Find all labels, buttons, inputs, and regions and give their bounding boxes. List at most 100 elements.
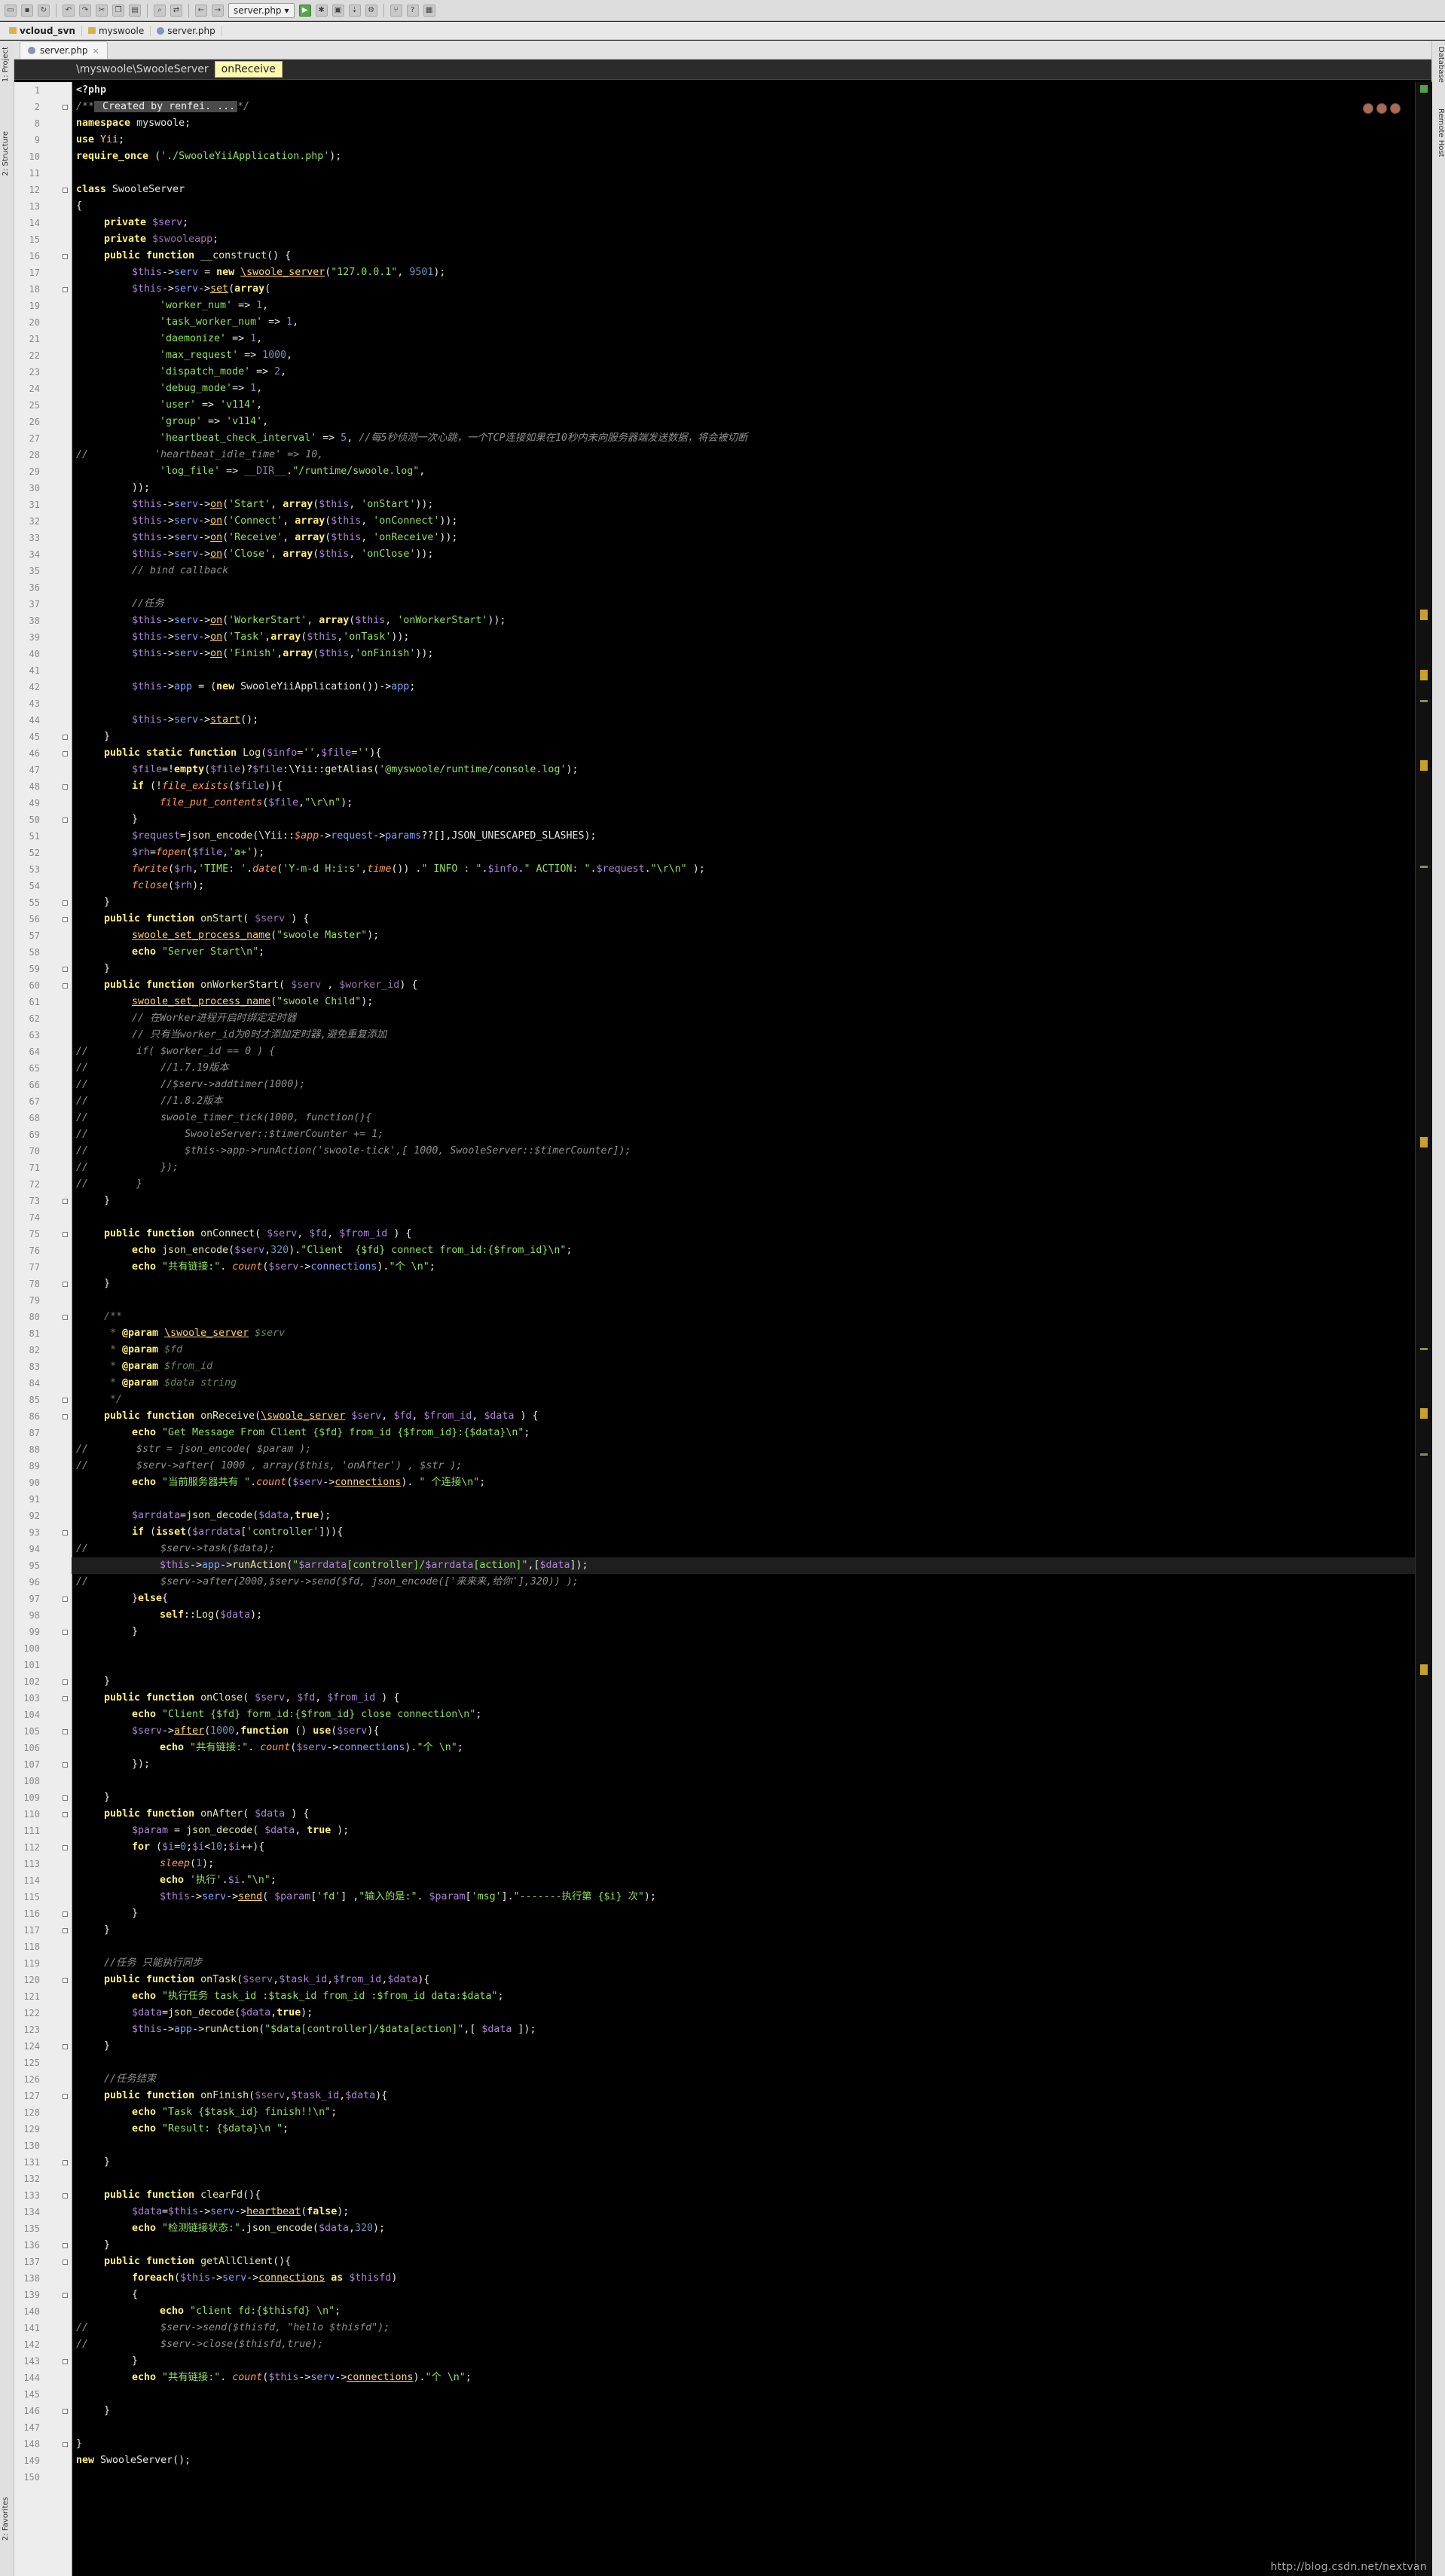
- code-line[interactable]: public function clearFd(){: [104, 2187, 261, 2204]
- remote-host-panel-tab[interactable]: Remote Host: [1434, 108, 1445, 157]
- code-line[interactable]: echo "执行任务 task_id :$task_id from_id :$f…: [132, 1988, 504, 2005]
- code-line[interactable]: echo "共有链接:". count($serv->connections).…: [132, 1259, 435, 1276]
- favorites-panel-tab[interactable]: 2: Favorites: [2, 2497, 12, 2541]
- code-line[interactable]: $file=!empty($file)?$file:\Yii::getAlias…: [132, 762, 578, 778]
- code-line[interactable]: // }: [76, 1176, 142, 1193]
- code-line[interactable]: public function onFinish($serv,$task_id,…: [104, 2088, 387, 2104]
- code-line[interactable]: public function onWorkerStart( $serv , $…: [104, 977, 417, 994]
- code-line[interactable]: public function onTask($serv,$task_id,$f…: [104, 1972, 429, 1988]
- back-icon[interactable]: ←: [195, 4, 207, 17]
- code-line[interactable]: 'heartbeat_check_interval' => 5, //每5秒侦测…: [160, 430, 747, 447]
- error-stripe-scrollbar[interactable]: [1415, 82, 1432, 2576]
- fold-marker-icon[interactable]: [63, 1530, 68, 1536]
- code-line[interactable]: }: [104, 1922, 110, 1939]
- error-stripe-marker[interactable]: [1420, 700, 1428, 702]
- code-line[interactable]: public function onAfter( $data ) {: [104, 1806, 309, 1823]
- fold-marker-icon[interactable]: [63, 1597, 68, 1602]
- fold-marker-icon[interactable]: [63, 254, 68, 259]
- code-line[interactable]: }: [104, 894, 110, 911]
- code-line[interactable]: $this->serv = new \swoole_server("127.0.…: [132, 264, 445, 281]
- code-line[interactable]: // $this->app->runAction('swoole-tick',[…: [76, 1143, 631, 1160]
- code-line[interactable]: }: [132, 1624, 138, 1640]
- fold-marker-icon[interactable]: [63, 1928, 68, 1933]
- code-line[interactable]: // $str = json_encode( $param );: [76, 1441, 311, 1458]
- code-line[interactable]: $param = json_decode( $data, true );: [132, 1823, 349, 1839]
- code-line[interactable]: // $serv->close($thisfd,true);: [76, 2336, 323, 2353]
- code-line[interactable]: echo "当前服务器共有 ".count($serv->connections…: [132, 1474, 485, 1491]
- code-line[interactable]: private $swooleapp;: [104, 231, 218, 248]
- code-line[interactable]: public function onReceive(\swoole_server…: [104, 1408, 538, 1425]
- code-line[interactable]: 'task_worker_num' => 1,: [160, 314, 298, 331]
- code-line[interactable]: public function onConnect( $serv, $fd, $…: [104, 1226, 411, 1242]
- inspection-icon[interactable]: [1376, 103, 1387, 114]
- fold-marker-icon[interactable]: [63, 1679, 68, 1685]
- line-number-gutter[interactable]: 1 2 8 9 10 11 12 13 14 15 16 17 18 19 20 21 22 23 24 25 26 27…: [14, 82, 72, 2576]
- code-line[interactable]: {: [76, 198, 82, 215]
- code-line[interactable]: $arrdata=json_decode($data,true);: [132, 1508, 331, 1524]
- code-line[interactable]: 'group' => 'v114',: [160, 414, 268, 430]
- code-line[interactable]: public function getAllClient(){: [104, 2254, 291, 2270]
- code-line[interactable]: swoole_set_process_name("swoole Child");: [132, 994, 373, 1010]
- fold-marker-icon[interactable]: [63, 2293, 68, 2298]
- vcs-icon[interactable]: ⑂: [390, 4, 402, 17]
- inspection-widget[interactable]: [1363, 103, 1401, 114]
- code-line[interactable]: 'max_request' => 1000,: [160, 347, 292, 364]
- code-area[interactable]: <?php/** Created by renfei. ... */namespa…: [72, 82, 1415, 2576]
- code-editor[interactable]: \myswoole\SwooleServer onReceive 1 2 8 9 10 1…: [14, 60, 1432, 2576]
- code-line[interactable]: //任务 只能执行同步: [104, 1955, 202, 1972]
- code-line[interactable]: public function onStart( $serv ) {: [104, 911, 309, 927]
- open-icon[interactable]: ▭: [5, 4, 17, 17]
- code-line[interactable]: //任务结束: [104, 2071, 156, 2088]
- code-line[interactable]: self::Log($data);: [160, 1607, 262, 1624]
- code-line[interactable]: // //1.8.2版本: [76, 1093, 223, 1110]
- code-line[interactable]: // });: [76, 1160, 179, 1176]
- find-icon[interactable]: ⌕: [154, 4, 166, 17]
- copy-icon[interactable]: ❐: [112, 4, 124, 17]
- code-line[interactable]: // //1.7.19版本: [76, 1060, 229, 1077]
- code-line[interactable]: $this->serv->on('Receive', array($this, …: [132, 530, 457, 546]
- code-line[interactable]: <?php: [76, 82, 106, 99]
- fold-marker-icon[interactable]: [63, 1696, 68, 1701]
- code-line[interactable]: 'worker_num' => 1,: [160, 298, 268, 314]
- code-line[interactable]: }: [132, 1905, 138, 1922]
- help-icon[interactable]: ?: [406, 4, 419, 17]
- fold-marker-icon[interactable]: [63, 784, 68, 790]
- code-line[interactable]: }: [104, 2237, 110, 2254]
- fold-marker-icon[interactable]: [63, 2243, 68, 2248]
- code-line[interactable]: // swoole_timer_tick(1000, function(){: [76, 1110, 371, 1126]
- code-line[interactable]: $request=json_encode(\Yii::$app->request…: [132, 828, 597, 845]
- code-line[interactable]: // $serv->send($thisfd, "hello $thisfd")…: [76, 2320, 390, 2336]
- cut-icon[interactable]: ✂: [96, 4, 108, 17]
- code-line[interactable]: $data=$this->serv->heartbeat(false);: [132, 2204, 349, 2220]
- sdk-icon[interactable]: ▦: [423, 4, 435, 17]
- code-line[interactable]: swoole_set_process_name("swoole Master")…: [132, 927, 379, 944]
- code-line[interactable]: }: [104, 1789, 110, 1806]
- save-icon[interactable]: ▪: [21, 4, 33, 17]
- code-line[interactable]: $this->serv->set(array(: [132, 281, 270, 298]
- nav-crumb[interactable]: myswoole: [82, 25, 151, 36]
- code-line[interactable]: echo "Task {$task_id} finish!!\n";: [132, 2104, 337, 2121]
- undo-icon[interactable]: ↶: [63, 4, 75, 17]
- code-line[interactable]: }: [104, 2403, 110, 2419]
- code-line[interactable]: }: [104, 2038, 110, 2055]
- code-line[interactable]: $this->serv->on('Start', array($this, 'o…: [132, 497, 433, 513]
- code-line[interactable]: echo "检测链接状态:".json_encode($data,320);: [132, 2220, 385, 2237]
- code-line[interactable]: }: [104, 1673, 110, 1690]
- code-line[interactable]: * @param $fd: [104, 1342, 182, 1358]
- code-line[interactable]: $this->serv->on('Finish',array($this,'on…: [132, 646, 433, 662]
- run-configuration-select[interactable]: server.php ▾: [228, 2, 295, 18]
- code-line[interactable]: echo "Get Message From Client {$fd} from…: [132, 1425, 530, 1441]
- redo-icon[interactable]: ↷: [79, 4, 91, 17]
- code-line[interactable]: //任务: [132, 596, 164, 613]
- code-line[interactable]: }: [104, 961, 110, 977]
- code-line[interactable]: $this->serv->send( $param['fd'] ,"输入的是:"…: [160, 1889, 656, 1905]
- code-line[interactable]: use Yii;: [76, 132, 124, 148]
- code-line[interactable]: // //$serv->addtimer(1000);: [76, 1077, 305, 1093]
- fold-marker-icon[interactable]: [63, 900, 68, 906]
- error-stripe-marker[interactable]: [1420, 1348, 1428, 1350]
- fold-marker-icon[interactable]: [63, 1729, 68, 1734]
- code-line[interactable]: echo "client fd:{$thisfd} \n";: [160, 2303, 341, 2320]
- code-line[interactable]: // $serv->after(2000,$serv->send($fd, js…: [76, 1574, 579, 1591]
- code-line[interactable]: new SwooleServer();: [76, 2452, 191, 2469]
- forward-icon[interactable]: →: [212, 4, 224, 17]
